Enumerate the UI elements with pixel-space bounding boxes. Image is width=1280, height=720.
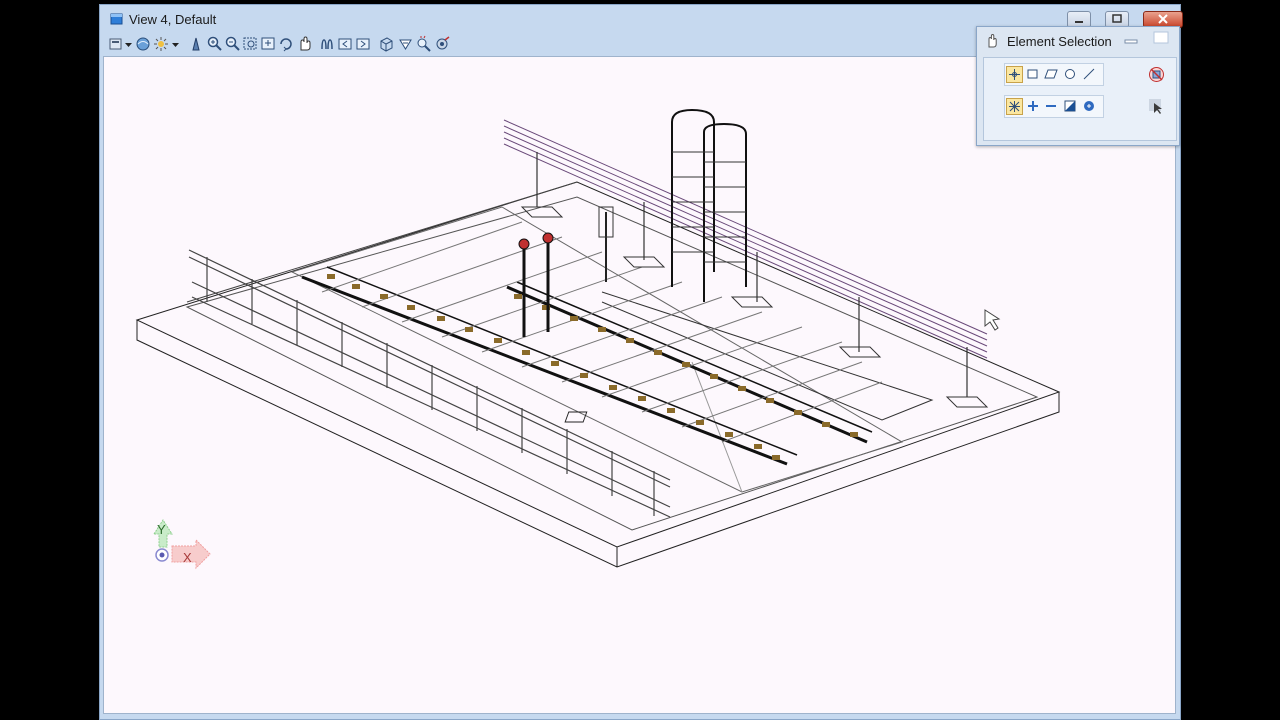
view-next-icon[interactable] — [355, 35, 372, 53]
settings-icon[interactable] — [434, 35, 451, 53]
dialog-title: Element Selection — [1007, 34, 1112, 49]
pan-view-icon[interactable] — [296, 35, 313, 53]
deselect-all-icon[interactable] — [1148, 66, 1165, 83]
new-selection-icon[interactable] — [1006, 98, 1023, 115]
maximize-icon — [1112, 14, 1122, 23]
zoom-out-icon[interactable] — [224, 35, 241, 53]
invert-selection-icon[interactable] — [1062, 98, 1079, 115]
display-style-icon[interactable] — [153, 35, 170, 53]
selection-mode-group — [1004, 95, 1104, 118]
line-selection-icon[interactable] — [1081, 66, 1098, 83]
axis-triad: Y X — [148, 512, 218, 577]
clip-volume-icon[interactable] — [378, 35, 395, 53]
view-toolbar — [108, 35, 498, 55]
select-all-icon[interactable] — [1148, 98, 1165, 115]
fit-view-icon[interactable] — [260, 35, 277, 53]
add-to-selection-icon[interactable] — [1025, 98, 1042, 115]
3d-viewport[interactable]: Y X — [103, 56, 1176, 714]
view-previous-icon[interactable] — [337, 35, 354, 53]
circle-selection-icon[interactable] — [1062, 66, 1079, 83]
update-view-icon[interactable] — [188, 35, 205, 53]
shape-selection-icon[interactable] — [1043, 66, 1060, 83]
window-area-icon[interactable] — [242, 35, 259, 53]
walk-icon[interactable] — [318, 35, 335, 53]
minimize-icon — [1075, 21, 1083, 23]
dropdown-arrow-icon[interactable] — [124, 35, 133, 53]
individual-selection-icon[interactable] — [1006, 66, 1023, 83]
camera-icon[interactable] — [415, 35, 432, 53]
window-title: View 4, Default — [129, 12, 217, 27]
hand-select-icon — [988, 34, 997, 48]
rotate-view-icon[interactable] — [278, 35, 295, 53]
element-selection-dialog: Element Selection — [976, 26, 1180, 146]
view-toggles-icon[interactable] — [397, 35, 414, 53]
render-mode-icon[interactable] — [135, 35, 152, 53]
block-selection-icon[interactable] — [1025, 66, 1042, 83]
selection-method-group — [1004, 63, 1104, 86]
minimize-icon[interactable] — [1123, 35, 1139, 47]
zoom-in-icon[interactable] — [206, 35, 223, 53]
dropdown-arrow-icon[interactable] — [171, 35, 180, 53]
maximize-icon[interactable] — [1153, 31, 1169, 45]
clear-selection-icon[interactable] — [1081, 98, 1098, 115]
close-icon — [1158, 14, 1168, 24]
view-window-icon — [110, 13, 123, 25]
y-axis-label: Y — [157, 522, 166, 537]
view-attributes-icon[interactable] — [108, 35, 125, 53]
subtract-from-selection-icon[interactable] — [1043, 98, 1060, 115]
x-axis-label: X — [183, 550, 192, 565]
railway-platform-model — [135, 108, 1061, 568]
selection-tools — [983, 57, 1177, 141]
